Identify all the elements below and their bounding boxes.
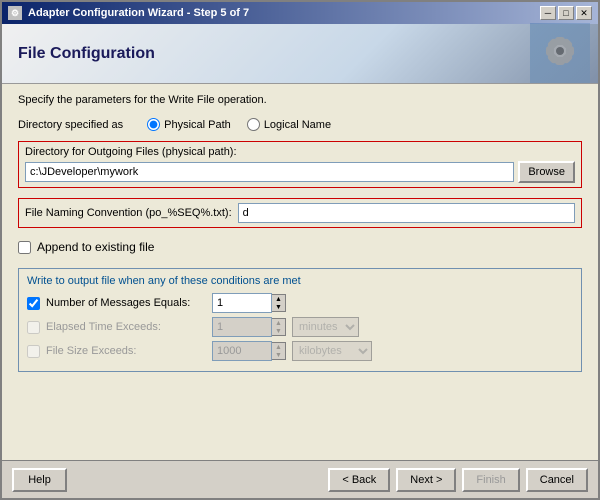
condition-row-elapsed: Elapsed Time Exceeds: ▲ ▼ minutes second… [27,317,573,337]
directory-type-group: Directory specified as Physical Path Log… [18,118,582,131]
header-title: File Configuration [18,45,155,63]
description-text: Specify the parameters for the Write Fil… [18,94,582,106]
directory-input-row: Browse [25,161,575,183]
filesize-label: File Size Exceeds: [46,345,206,357]
filesize-spin-down: ▼ [272,351,285,359]
cancel-button[interactable]: Cancel [526,468,588,492]
filesize-input [212,341,272,361]
filesize-spin-wrapper: ▲ ▼ [212,341,286,361]
radio-physical-text: Physical Path [164,119,231,131]
filesize-checkbox[interactable] [27,345,40,358]
elapsed-checkbox[interactable] [27,321,40,334]
directory-field-label: Directory for Outgoing Files (physical p… [25,146,575,158]
condition-row-messages: Number of Messages Equals: ▲ ▼ [27,293,573,313]
messages-checkbox[interactable] [27,297,40,310]
finish-button[interactable]: Finish [462,468,519,492]
append-row: Append to existing file [18,240,582,254]
radio-logical-text: Logical Name [264,119,331,131]
directory-input[interactable] [25,162,514,182]
directory-group: Directory for Outgoing Files (physical p… [18,141,582,188]
elapsed-unit-select: minutes seconds hours [292,317,359,337]
append-checkbox[interactable] [18,241,31,254]
footer-left: Help [12,468,67,492]
naming-row: File Naming Convention (po_%SEQ%.txt): [25,203,575,223]
back-button[interactable]: < Back [328,468,390,492]
radio-physical[interactable] [147,118,160,131]
elapsed-spin-down: ▼ [272,327,285,335]
title-bar-text: ⚙ Adapter Configuration Wizard - Step 5 … [8,6,249,20]
naming-label: File Naming Convention (po_%SEQ%.txt): [25,207,232,219]
header-banner: File Configuration [2,24,598,84]
close-button[interactable]: ✕ [576,6,592,20]
footer-right: < Back Next > Finish Cancel [328,468,588,492]
elapsed-spin-arrows: ▲ ▼ [272,318,286,336]
help-button[interactable]: Help [12,468,67,492]
radio-logical[interactable] [247,118,260,131]
conditions-title: Write to output file when any of these c… [27,275,573,287]
elapsed-input [212,317,272,337]
messages-spin-wrapper: ▲ ▼ [212,293,286,313]
main-content: Specify the parameters for the Write Fil… [2,84,598,460]
messages-spin-down[interactable]: ▼ [272,303,285,311]
title-bar: ⚙ Adapter Configuration Wizard - Step 5 … [2,2,598,24]
elapsed-spin-up: ▲ [272,319,285,327]
maximize-button[interactable]: □ [558,6,574,20]
filesize-unit-select: kilobytes bytes megabytes [292,341,372,361]
browse-button[interactable]: Browse [518,161,575,183]
directory-type-label: Directory specified as [18,119,123,131]
main-window: ⚙ Adapter Configuration Wizard - Step 5 … [0,0,600,500]
filesize-spin-arrows: ▲ ▼ [272,342,286,360]
conditions-box: Write to output file when any of these c… [18,268,582,372]
footer: Help < Back Next > Finish Cancel [2,460,598,498]
messages-label: Number of Messages Equals: [46,297,206,309]
messages-input[interactable] [212,293,272,313]
condition-row-filesize: File Size Exceeds: ▲ ▼ kilobytes bytes m… [27,341,573,361]
filesize-spin-up: ▲ [272,343,285,351]
window-title: Adapter Configuration Wizard - Step 5 of… [28,7,249,19]
messages-spin-arrows: ▲ ▼ [272,294,286,312]
radio-logical-label[interactable]: Logical Name [247,118,331,131]
minimize-button[interactable]: ─ [540,6,556,20]
naming-group: File Naming Convention (po_%SEQ%.txt): [18,198,582,228]
window-icon: ⚙ [8,6,22,20]
elapsed-spin-wrapper: ▲ ▼ [212,317,286,337]
radio-physical-label[interactable]: Physical Path [147,118,231,131]
title-buttons: ─ □ ✕ [540,6,592,20]
next-button[interactable]: Next > [396,468,456,492]
append-label: Append to existing file [37,240,154,254]
gear-icon [530,23,590,83]
elapsed-label: Elapsed Time Exceeds: [46,321,206,333]
naming-input[interactable] [238,203,575,223]
messages-spin-up[interactable]: ▲ [272,295,285,303]
